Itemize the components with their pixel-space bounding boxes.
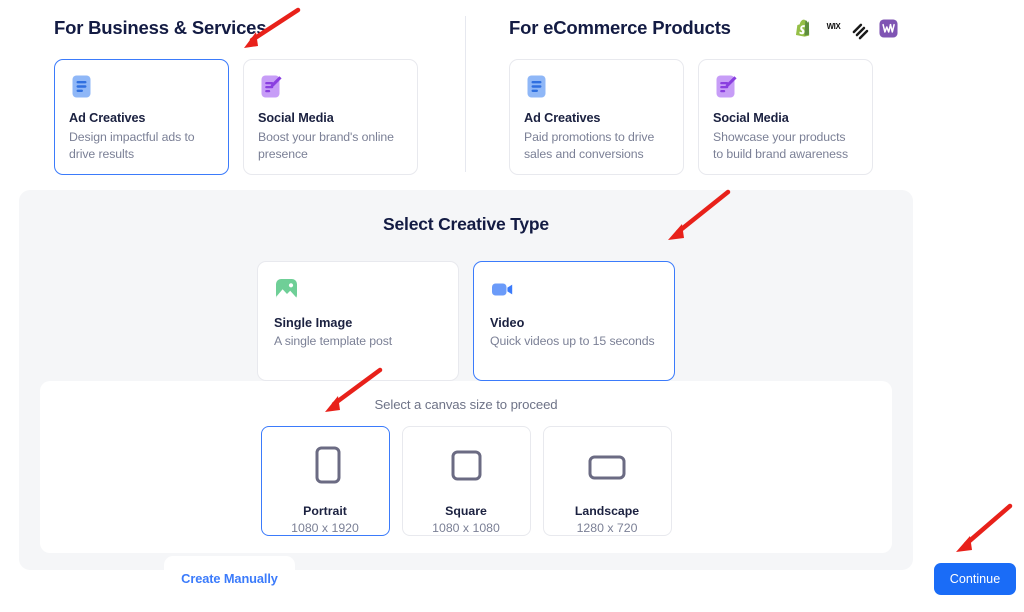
annotation-arrow-continue <box>940 500 1018 560</box>
squarespace-icon <box>851 19 870 38</box>
document-lines-icon <box>69 74 94 99</box>
canvas-size-portrait[interactable]: Portrait 1080 x 1920 <box>261 426 390 536</box>
canvas-size-dimensions: 1080 x 1920 <box>291 521 359 535</box>
creative-type-title: Video <box>490 316 658 330</box>
card-title: Social Media <box>258 111 403 125</box>
creative-type-single-image[interactable]: Single Image A single template post <box>257 261 459 381</box>
section-title: For eCommerce Products <box>509 17 731 39</box>
document-lines-icon <box>524 74 549 99</box>
creative-type-title: Single Image <box>274 316 442 330</box>
section-business-services: For Business & Services Ad Creatives Des… <box>54 14 444 175</box>
canvas-size-label: Landscape <box>575 504 639 518</box>
category-sections: For Business & Services Ad Creatives Des… <box>0 0 1024 190</box>
canvas-size-dimensions: 1080 x 1080 <box>432 521 500 535</box>
creative-type-cards: Single Image A single template post Vide… <box>19 261 913 381</box>
svg-text:WIX: WIX <box>827 22 842 31</box>
card-description: Showcase your products to build brand aw… <box>713 129 858 163</box>
create-manually-tab[interactable]: Create Manually <box>164 556 295 612</box>
section-header: For Business & Services <box>54 14 444 42</box>
landscape-shape-icon <box>585 444 629 491</box>
card-description: Design impactful ads to drive results <box>69 129 214 163</box>
canvas-size-dimensions: 1280 x 720 <box>577 521 638 535</box>
creative-type-panel: Select Creative Type Single Image A sing… <box>19 190 913 570</box>
section-title: For Business & Services <box>54 17 266 39</box>
card-title: Social Media <box>713 111 858 125</box>
woocommerce-icon <box>879 19 898 38</box>
platform-icons: WIX <box>795 19 899 38</box>
wix-icon: WIX <box>823 19 842 38</box>
card-description: Boost your brand's online presence <box>258 129 403 163</box>
section-ecommerce-products: For eCommerce Products WIX <box>509 14 899 175</box>
image-icon <box>274 277 299 302</box>
section-cards: Ad Creatives Design impactful ads to dri… <box>54 59 444 175</box>
creative-type-description: A single template post <box>274 334 442 348</box>
continue-button[interactable]: Continue <box>934 563 1016 595</box>
card-description: Paid promotions to drive sales and conve… <box>524 129 669 163</box>
document-pencil-icon <box>713 74 738 99</box>
create-creative-screen: For Business & Services Ad Creatives Des… <box>0 0 1024 612</box>
card-ad-creatives-ecommerce[interactable]: Ad Creatives Paid promotions to drive sa… <box>509 59 684 175</box>
canvas-size-label: Square <box>445 504 487 518</box>
card-title: Ad Creatives <box>524 111 669 125</box>
video-camera-icon <box>490 277 515 302</box>
card-ad-creatives-business[interactable]: Ad Creatives Design impactful ads to dri… <box>54 59 229 175</box>
card-social-media-business[interactable]: Social Media Boost your brand's online p… <box>243 59 418 175</box>
panel-title: Select Creative Type <box>19 214 913 235</box>
canvas-size-options: Portrait 1080 x 1920 Square 1080 x 1080 <box>40 426 892 536</box>
canvas-size-square[interactable]: Square 1080 x 1080 <box>402 426 531 536</box>
creative-type-video[interactable]: Video Quick videos up to 15 seconds <box>473 261 675 381</box>
section-cards: Ad Creatives Paid promotions to drive sa… <box>509 59 899 175</box>
canvas-size-label: Portrait <box>303 504 347 518</box>
document-pencil-icon <box>258 74 283 99</box>
canvas-size-landscape[interactable]: Landscape 1280 x 720 <box>543 426 672 536</box>
canvas-size-panel: Select a canvas size to proceed Portrait… <box>40 381 892 553</box>
canvas-size-hint: Select a canvas size to proceed <box>40 397 892 412</box>
section-header: For eCommerce Products WIX <box>509 14 899 42</box>
section-divider <box>465 16 466 172</box>
square-shape-icon <box>446 444 486 491</box>
create-manually-link[interactable]: Create Manually <box>181 571 278 586</box>
card-social-media-ecommerce[interactable]: Social Media Showcase your products to b… <box>698 59 873 175</box>
card-title: Ad Creatives <box>69 111 214 125</box>
shopify-icon <box>795 19 814 38</box>
creative-type-description: Quick videos up to 15 seconds <box>490 334 658 348</box>
portrait-shape-icon <box>305 444 345 491</box>
